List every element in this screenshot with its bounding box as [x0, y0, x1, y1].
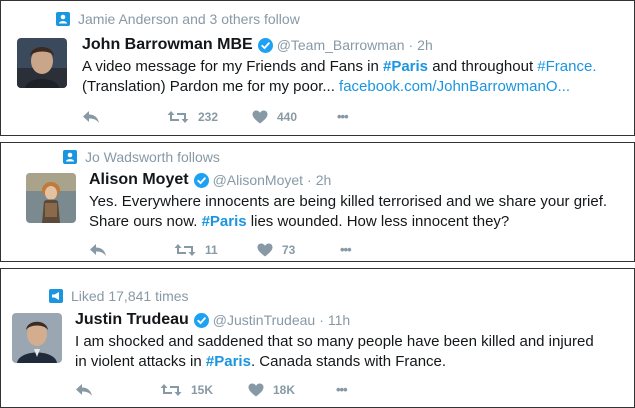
social-context: Jo Wadsworth follows [63, 149, 220, 165]
social-context: Liked 17,841 times [49, 288, 189, 304]
more-button[interactable]: ••• [336, 382, 348, 397]
tweet-header: Alison Moyet @AlisonMoyet · 2h [89, 171, 331, 189]
more-icon: ••• [337, 109, 349, 124]
tweet-text-line: A video message for my Friends and Fans … [82, 57, 597, 77]
like-button[interactable]: 440 [252, 110, 337, 124]
tweet-header: John Barrowman MBE @Team_Barrowman · 2h [82, 36, 433, 54]
tweet-actions: 15K 18K ••• [75, 382, 348, 397]
retweet-button[interactable]: 232 [167, 110, 252, 124]
hashtag-link[interactable]: #Paris [383, 58, 428, 75]
heart-icon [248, 383, 264, 396]
tweet-text: I am shocked and saddened that so many p… [75, 332, 594, 372]
text-segment: in violent attacks in [75, 353, 206, 370]
tweet-text-line: in violent attacks in #Paris. Canada sta… [75, 352, 594, 372]
heart-icon [257, 243, 273, 256]
verified-badge-icon [193, 172, 209, 188]
display-name[interactable]: John Barrowman MBE [82, 36, 253, 54]
separator: · [307, 172, 312, 188]
like-count: 18K [273, 382, 296, 397]
tweet-card[interactable]: Liked 17,841 times Justin Trudeau @Justi… [0, 268, 635, 408]
text-segment: lies wounded. How less innocent they? [246, 213, 510, 230]
tweet-header: Justin Trudeau @JustinTrudeau · 11h [75, 311, 350, 329]
more-icon: ••• [340, 242, 352, 257]
tweet-actions: 11 73 ••• [89, 242, 352, 257]
text-segment: and throughout [428, 58, 538, 75]
social-context: Jamie Anderson and 3 others follow [56, 11, 300, 27]
retweet-count: 15K [191, 382, 214, 397]
retweet-button[interactable]: 11 [174, 243, 257, 257]
hashtag-link[interactable]: #Paris [202, 213, 247, 230]
retweet-icon [167, 110, 189, 123]
tweet-actions: 232 440 ••• [82, 109, 349, 124]
tweet-text-line: Share ours now. #Paris lies wounded. How… [89, 212, 607, 232]
reply-button[interactable] [82, 110, 167, 124]
megaphone-icon [49, 289, 63, 303]
timestamp[interactable]: 2h [316, 172, 332, 188]
heart-icon [252, 110, 268, 123]
hashtag-link[interactable]: #France. [537, 58, 596, 75]
person-icon [63, 150, 77, 164]
retweet-icon [174, 243, 196, 256]
social-context-text: Jamie Anderson and 3 others follow [78, 11, 300, 27]
like-count: 73 [282, 242, 296, 257]
tweet-text-line: (Translation) Pardon me for my poor... f… [82, 77, 597, 97]
social-context-text: Jo Wadsworth follows [85, 149, 220, 165]
social-context-text: Liked 17,841 times [71, 288, 189, 304]
url-link[interactable]: facebook.com/JohnBarrowmanO... [339, 78, 570, 95]
separator: · [408, 37, 414, 53]
text-segment: Share ours now. [89, 213, 202, 230]
person-icon [56, 12, 70, 26]
avatar[interactable] [26, 173, 76, 223]
retweet-button[interactable]: 15K [160, 383, 248, 397]
hashtag-link[interactable]: #Paris [206, 353, 251, 370]
like-button[interactable]: 18K [248, 383, 336, 397]
more-icon: ••• [336, 382, 348, 397]
tweet-text: Yes. Everywhere innocents are being kill… [89, 192, 607, 232]
retweet-icon [160, 383, 182, 396]
avatar[interactable] [12, 313, 62, 363]
more-button[interactable]: ••• [340, 242, 352, 257]
timestamp[interactable]: 11h [328, 312, 350, 328]
reply-button[interactable] [75, 383, 160, 397]
text-segment: (Translation) Pardon me for my poor... [82, 78, 340, 95]
retweet-count: 11 [205, 242, 218, 257]
reply-button[interactable] [89, 243, 174, 257]
separator: · [319, 312, 324, 328]
text-segment: . Canada stands with France. [250, 353, 447, 370]
reply-icon [83, 110, 99, 123]
handle[interactable]: @AlisonMoyet [213, 172, 303, 188]
retweet-count: 232 [198, 109, 219, 124]
verified-badge-icon [257, 37, 273, 53]
verified-badge-icon [193, 312, 209, 328]
display-name[interactable]: Justin Trudeau [75, 311, 189, 329]
like-button[interactable]: 73 [257, 243, 340, 257]
tweet-text: A video message for my Friends and Fans … [82, 57, 597, 97]
like-count: 440 [277, 109, 298, 124]
display-name[interactable]: Alison Moyet [89, 171, 189, 189]
tweet-card[interactable]: Jo Wadsworth follows Alison Moyet @Aliso… [0, 142, 635, 262]
handle[interactable]: @Team_Barrowman [277, 37, 405, 53]
more-button[interactable]: ••• [337, 109, 349, 124]
tweet-text-line: Yes. Everywhere innocents are being kill… [89, 193, 608, 210]
reply-icon [76, 383, 92, 396]
reply-icon [90, 243, 106, 256]
handle[interactable]: @JustinTrudeau [213, 312, 315, 328]
timestamp[interactable]: 2h [417, 37, 433, 53]
tweet-text-line: I am shocked and saddened that so many p… [75, 333, 594, 350]
text-segment: A video message for my Friends and Fans … [82, 58, 383, 75]
avatar[interactable] [17, 38, 67, 88]
tweet-card[interactable]: Jamie Anderson and 3 others follow John … [0, 0, 635, 136]
